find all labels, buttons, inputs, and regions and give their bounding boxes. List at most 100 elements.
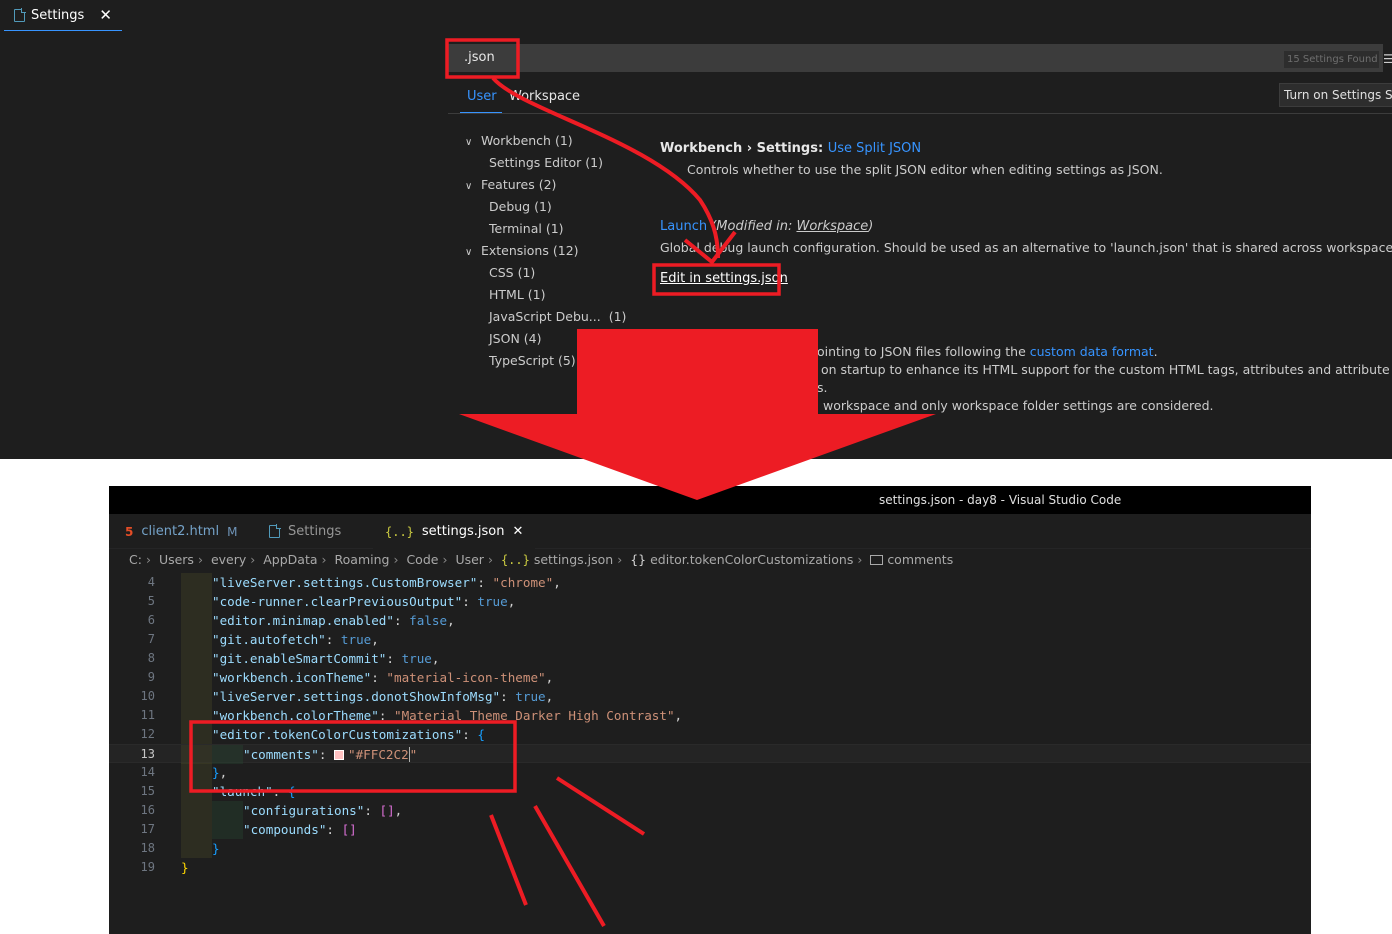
breadcrumb-item[interactable]: AppData — [263, 552, 317, 567]
line-number: 14 — [140, 765, 155, 779]
file-icon — [14, 7, 26, 22]
breadcrumb-item[interactable]: User — [455, 552, 484, 567]
chevron-right-icon: › — [145, 552, 151, 567]
toc-item-debug[interactable]: Debug (1) — [489, 199, 552, 214]
braces-icon: {..} — [385, 524, 414, 539]
tab-user[interactable]: User — [467, 89, 497, 104]
code-line[interactable]: 15 "launch": { — [109, 782, 1311, 801]
indent-guide — [181, 611, 212, 630]
html5-icon: 5 — [125, 524, 134, 539]
code-editor[interactable]: 4 "liveServer.settings.CustomBrowser": "c… — [109, 573, 1311, 877]
code-text: "comments": "#FFC2C2" — [243, 747, 418, 762]
divider — [448, 113, 1392, 114]
editor-tab-bar: 5 client2.html M Settings {..} settings.… — [109, 514, 1311, 549]
chevron-right-icon: › — [197, 552, 203, 567]
code-line[interactable]: 10 "liveServer.settings.donotShowInfoMsg"… — [109, 687, 1311, 706]
custom-data-format-link[interactable]: custom data format — [1030, 344, 1154, 359]
turn-on-settings-sync-button[interactable]: Turn on Settings Sy — [1279, 83, 1392, 107]
line-number: 16 — [140, 803, 155, 817]
code-line[interactable]: 9 "workbench.iconTheme": "material-icon-t… — [109, 668, 1311, 687]
code-text: "launch": { — [212, 784, 296, 799]
chevron-right-icon: › — [250, 552, 256, 567]
line-number: 5 — [147, 594, 155, 608]
code-text: "compounds": [] — [243, 822, 357, 837]
breadcrumb-item[interactable]: Users — [159, 552, 194, 567]
toc-item-terminal[interactable]: Terminal (1) — [489, 221, 564, 236]
code-text: "code-runner.clearPreviousOutput": true, — [212, 594, 516, 609]
code-text: "editor.minimap.enabled": false, — [212, 613, 455, 628]
line-number: 6 — [147, 613, 155, 627]
line-number: 12 — [140, 727, 155, 741]
settings-found-count: 15 Settings Found — [1284, 51, 1379, 68]
close-icon[interactable]: ✕ — [512, 524, 523, 539]
code-line[interactable]: 16 "configurations": [], — [109, 801, 1311, 820]
toc-item-workbench[interactable]: ∨ Workbench (1) — [465, 133, 573, 148]
breadcrumb-item[interactable]: settings.json — [534, 552, 613, 567]
workspace-link[interactable]: Workspace — [796, 219, 868, 234]
breadcrumb-item[interactable]: editor.tokenColorCustomizations — [650, 552, 853, 567]
chevron-right-icon: › — [393, 552, 399, 567]
code-line[interactable]: 6 "editor.minimap.enabled": false, — [109, 611, 1311, 630]
window-title-bar: settings.json - day8 - Visual Studio Cod… — [109, 486, 1311, 514]
html-custom-data-description-3: s. — [817, 380, 828, 395]
settings-search-value[interactable]: .json — [464, 50, 495, 65]
breadcrumb-item[interactable]: C: — [129, 552, 142, 567]
tab-settings-json[interactable]: {..} settings.json ✕ — [373, 514, 536, 549]
code-line[interactable]: 19} — [109, 858, 1311, 877]
line-number: 15 — [140, 784, 155, 798]
tab-settings[interactable]: Settings ✕ — [4, 0, 122, 31]
toc-item-typescript[interactable]: TypeScript (5) — [489, 353, 576, 368]
object-icon: {} — [630, 552, 647, 567]
chevron-down-icon: ∨ — [465, 181, 473, 192]
indent-guide — [212, 745, 243, 764]
toc-item-settings-editor[interactable]: Settings Editor (1) — [489, 155, 603, 170]
code-line[interactable]: 7 "git.autofetch": true, — [109, 630, 1311, 649]
tab-client2-html[interactable]: 5 client2.html M — [113, 514, 249, 549]
indent-guide — [181, 725, 212, 744]
close-icon[interactable]: ✕ — [99, 6, 112, 24]
breadcrumb-item[interactable]: Roaming — [335, 552, 390, 567]
chevron-right-icon: › — [857, 552, 863, 567]
toc-item-css[interactable]: CSS (1) — [489, 265, 535, 280]
indent-guide — [181, 745, 212, 764]
toc-item-extensions[interactable]: ∨ Extensions (12) — [465, 243, 579, 258]
toc-item-json[interactable]: JSON (4) — [489, 331, 542, 346]
setting-title-launch: Launch (Modified in: Workspace) — [660, 219, 874, 234]
code-line[interactable]: 11 "workbench.colorTheme": "Material Them… — [109, 706, 1311, 725]
code-text: "configurations": [], — [243, 803, 403, 818]
code-text: "git.autofetch": true, — [212, 632, 379, 647]
more-actions-icon[interactable]: ☰ — [1383, 52, 1392, 66]
line-number: 7 — [147, 632, 155, 646]
breadcrumb-item[interactable]: comments — [887, 552, 953, 567]
code-text: "liveServer.settings.donotShowInfoMsg": … — [212, 689, 554, 704]
toc-item-html[interactable]: HTML (1) — [489, 287, 546, 302]
code-line[interactable]: 4 "liveServer.settings.CustomBrowser": "c… — [109, 573, 1311, 592]
toc-item-javascript-debug[interactable]: JavaScript Debu... (1) — [489, 309, 626, 324]
code-text: } — [212, 841, 220, 856]
edit-in-settings-json-link[interactable]: Edit in settings.json — [660, 271, 788, 286]
html-custom-data-description-2: on startup to enhance its HTML support f… — [821, 362, 1392, 377]
tab-workspace[interactable]: Workspace — [509, 89, 580, 104]
toc-item-features[interactable]: ∨ Features (2) — [465, 177, 556, 192]
file-icon — [269, 524, 281, 538]
workspace-scope-description: workspace and only workspace folder sett… — [823, 398, 1214, 413]
line-number: 18 — [140, 841, 155, 855]
code-line[interactable]: 17 "compounds": [] — [109, 820, 1311, 839]
code-line[interactable]: 14}, — [109, 763, 1311, 782]
code-line[interactable]: 13 "comments": "#FFC2C2" — [109, 744, 1311, 764]
code-line[interactable]: 8 "git.enableSmartCommit": true, — [109, 649, 1311, 668]
string-icon — [870, 555, 884, 565]
breadcrumb-item[interactable]: every — [211, 552, 246, 567]
code-text: "git.enableSmartCommit": true, — [212, 651, 440, 666]
color-swatch[interactable] — [334, 750, 344, 760]
settings-search-input[interactable] — [448, 44, 1383, 72]
indent-guide — [181, 687, 212, 706]
code-line[interactable]: 12 "editor.tokenColorCustomizations": { — [109, 725, 1311, 744]
setting-title-use-split-json: Workbench › Settings: Use Split JSON — [660, 141, 922, 156]
indent-guide — [181, 649, 212, 668]
tab-settings[interactable]: Settings — [257, 514, 353, 549]
breadcrumb-item[interactable]: Code — [406, 552, 438, 567]
code-line[interactable]: 5 "code-runner.clearPreviousOutput": true… — [109, 592, 1311, 611]
code-line[interactable]: 18} — [109, 839, 1311, 858]
code-text: "workbench.iconTheme": "material-icon-th… — [212, 670, 554, 685]
